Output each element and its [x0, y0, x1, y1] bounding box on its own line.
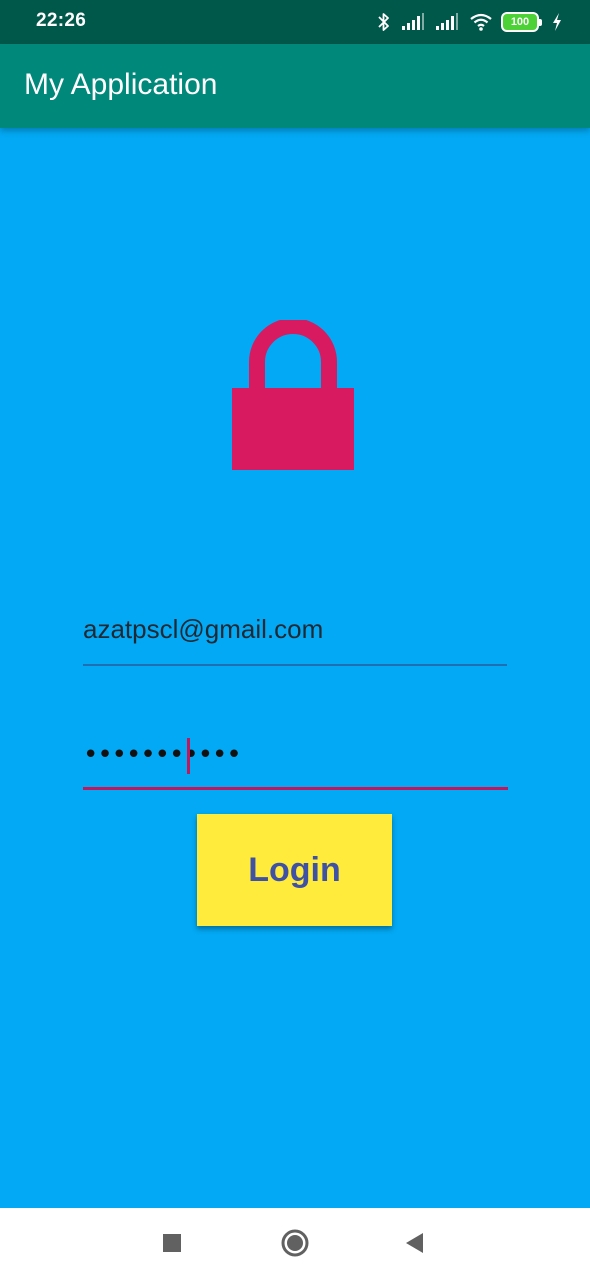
signal-icon	[401, 13, 425, 31]
email-field[interactable]: azatpscl@gmail.com	[83, 600, 507, 666]
status-bar: 22:26 100	[0, 0, 590, 44]
password-value: •••••••••••	[83, 740, 242, 770]
signal-icon-2	[435, 13, 459, 31]
login-button[interactable]: Login	[197, 814, 392, 926]
email-value: azatpscl@gmail.com	[83, 614, 324, 644]
app-bar: My Application	[0, 44, 590, 128]
back-button[interactable]	[398, 1228, 432, 1262]
wifi-icon	[469, 13, 493, 31]
recents-icon	[162, 1233, 182, 1258]
bluetooth-icon	[377, 12, 391, 32]
text-caret	[187, 738, 190, 774]
app-title: My Application	[24, 68, 218, 101]
status-icons: 100	[377, 10, 562, 34]
charging-icon	[552, 13, 562, 31]
home-icon	[280, 1228, 310, 1263]
login-label: Login	[248, 850, 341, 889]
navigation-bar	[0, 1208, 590, 1280]
recents-button[interactable]	[155, 1228, 189, 1262]
password-field[interactable]: •••••••••••	[83, 724, 508, 790]
back-icon	[404, 1232, 426, 1259]
battery-icon: 100	[503, 14, 542, 30]
home-button[interactable]	[278, 1228, 312, 1262]
status-time: 22:26	[36, 10, 87, 31]
battery-level: 100	[503, 14, 537, 30]
lock-icon	[231, 318, 355, 472]
